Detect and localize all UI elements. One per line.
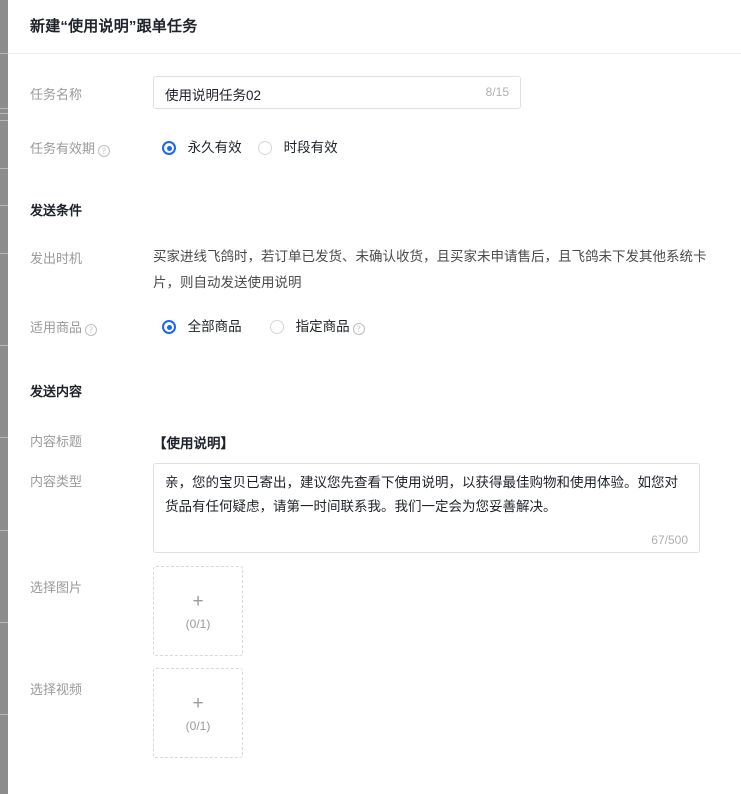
image-upload-count: (0/1) xyxy=(185,617,211,631)
applicable-goods-label: 适用商品? xyxy=(30,319,98,337)
image-upload-box[interactable]: + (0/1) xyxy=(153,566,243,656)
content-type-textarea[interactable]: 亲，您的宝贝已寄出，建议您先查看下使用说明，以获得最佳购物和使用体验。如您对货品… xyxy=(153,463,700,553)
applicable-goods-option-all-label: 全部商品 xyxy=(187,319,242,334)
dialog-title: 新建“使用说明”跟单任务 xyxy=(30,18,198,35)
validity-radio-group[interactable]: 永久有效 时段有效 xyxy=(153,138,413,158)
background-page-strip xyxy=(0,0,8,794)
video-upload-box[interactable]: + (0/1) xyxy=(153,668,243,758)
plus-icon: + xyxy=(192,693,204,714)
radio-unselected-icon xyxy=(258,141,272,155)
question-mark-icon[interactable]: ? xyxy=(85,324,98,336)
task-name-counter: 8/15 xyxy=(485,85,509,99)
validity-label-text: 任务有效期 xyxy=(30,141,96,156)
dialog-header: 新建“使用说明”跟单任务 xyxy=(8,0,741,54)
new-task-dialog: 新建“使用说明”跟单任务 任务名称 使用说明任务02 8/15 任务有效期? 永… xyxy=(8,0,741,794)
send-timing-label: 发出时机 xyxy=(30,251,83,266)
image-picker-label: 选择图片 xyxy=(30,580,83,595)
applicable-goods-option-specified-label: 指定商品 xyxy=(295,319,350,334)
validity-option-period-label: 时段有效 xyxy=(283,140,338,155)
validity-label: 任务有效期? xyxy=(30,140,111,158)
applicable-goods-radio-group[interactable]: 全部商品 指定商品? xyxy=(153,317,433,337)
radio-selected-icon xyxy=(162,141,176,155)
send-condition-section-title: 发送条件 xyxy=(30,203,83,218)
task-name-value: 使用说明任务02 xyxy=(165,88,262,103)
send-content-section-title: 发送内容 xyxy=(30,384,83,399)
content-title-value: 【使用说明】 xyxy=(153,436,234,451)
applicable-goods-label-text: 适用商品 xyxy=(30,320,83,335)
radio-unselected-icon xyxy=(270,320,284,334)
plus-icon: + xyxy=(192,591,204,612)
applicable-goods-option-specified[interactable]: 指定商品? xyxy=(270,317,365,337)
content-title-label: 内容标题 xyxy=(30,434,83,449)
content-type-label: 内容类型 xyxy=(30,474,83,489)
question-mark-icon[interactable]: ? xyxy=(98,145,111,157)
question-mark-icon[interactable]: ? xyxy=(352,323,365,335)
task-name-input[interactable]: 使用说明任务02 8/15 xyxy=(153,76,521,109)
video-picker-label: 选择视频 xyxy=(30,682,83,697)
applicable-goods-option-all[interactable]: 全部商品 xyxy=(162,317,242,337)
video-upload-count: (0/1) xyxy=(185,719,211,733)
validity-option-period[interactable]: 时段有效 xyxy=(258,138,338,158)
task-name-label: 任务名称 xyxy=(30,87,83,102)
send-timing-text: 买家进线飞鸽时，若订单已发货、未确认收货，且买家未申请售后，且飞鸽未下发其他系统… xyxy=(153,249,707,290)
radio-selected-icon xyxy=(162,320,176,334)
content-type-value: 亲，您的宝贝已寄出，建议您先查看下使用说明，以获得最佳购物和使用体验。如您对货品… xyxy=(165,475,678,514)
validity-option-permanent[interactable]: 永久有效 xyxy=(162,138,242,158)
validity-option-permanent-label: 永久有效 xyxy=(187,140,242,155)
dialog-body: 任务名称 使用说明任务02 8/15 任务有效期? 永久有效 时段有效 发送条件… xyxy=(8,54,741,794)
content-type-counter: 67/500 xyxy=(651,533,688,547)
